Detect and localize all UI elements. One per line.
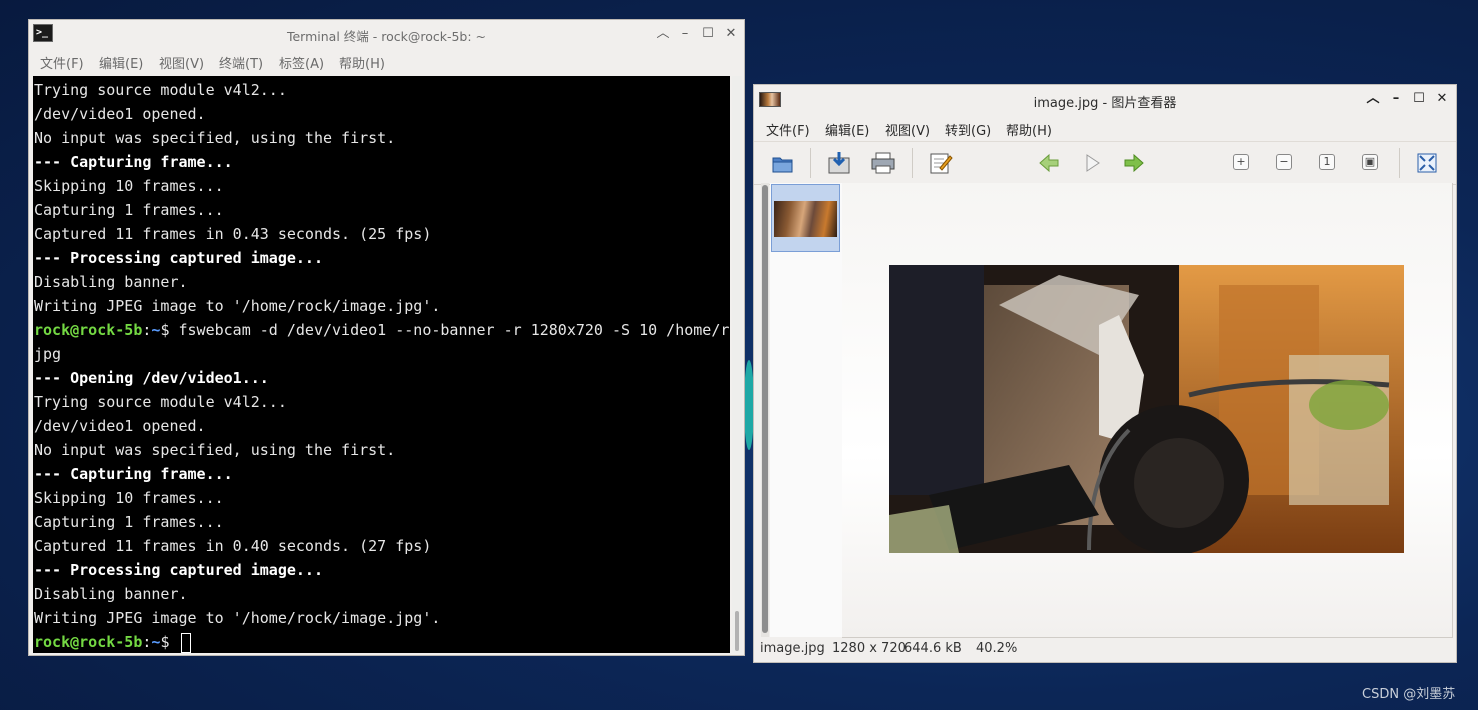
minimize-button[interactable]: – — [677, 26, 693, 42]
thumbnail-item[interactable] — [771, 184, 840, 252]
image-viewer-window[interactable]: image.jpg - 图片查看器 ︿ – ☐ ✕ 文件(F) 编辑(E) 视图… — [753, 84, 1457, 663]
edit-icon[interactable] — [928, 150, 954, 176]
save-icon[interactable] — [826, 150, 852, 176]
status-filename: image.jpg — [760, 641, 825, 656]
viewer-menu-help[interactable]: 帮助(H) — [1006, 120, 1052, 139]
print-icon[interactable] — [870, 150, 896, 176]
zoom-fit-icon[interactable]: ▣ — [1362, 154, 1378, 170]
terminal-line: Disabling banner. — [34, 585, 188, 603]
terminal-line: No input was specified, using the first. — [34, 129, 396, 147]
back-icon[interactable] — [1036, 150, 1062, 176]
text-cursor — [180, 632, 191, 653]
terminal-output[interactable]: Trying source module v4l2... /dev/video1 … — [33, 76, 730, 653]
viewer-toolbar: + − 1 ▣ — [754, 141, 1456, 185]
terminal-line: --- Capturing frame... — [34, 153, 233, 171]
viewer-minimize-button[interactable]: – — [1388, 91, 1404, 107]
play-icon[interactable] — [1079, 150, 1105, 176]
terminal-line: jpg — [34, 345, 62, 363]
terminal-line: Capturing 1 frames... — [34, 513, 224, 531]
prompt-user: rock@rock-5b — [34, 321, 143, 339]
terminal-line: --- Processing captured image... — [34, 249, 323, 267]
terminal-line: Captured 11 frames in 0.43 seconds. (25 … — [34, 225, 432, 243]
menu-terminal[interactable]: 终端(T) — [219, 53, 263, 72]
terminal-line: No input was specified, using the first. — [34, 441, 396, 459]
close-button[interactable]: ✕ — [723, 26, 739, 42]
terminal-line: Writing JPEG image to '/home/rock/image.… — [34, 609, 441, 627]
terminal-line: /dev/video1 opened. — [34, 417, 206, 435]
viewer-menu-view[interactable]: 视图(V) — [885, 120, 930, 139]
terminal-menubar: 文件(F) 编辑(E) 视图(V) 终端(T) 标签(A) 帮助(H) — [29, 48, 744, 74]
terminal-line: Trying source module v4l2... — [34, 393, 287, 411]
terminal-line: Disabling banner. — [34, 273, 188, 291]
thumbnail-scrollbar[interactable] — [761, 183, 769, 637]
zoom-in-icon[interactable]: + — [1233, 154, 1249, 170]
status-dimensions: 1280 x 720 — [832, 641, 906, 656]
terminal-line: --- Capturing frame... — [34, 465, 233, 483]
maximize-button[interactable]: ☐ — [700, 26, 716, 42]
terminal-line: Skipping 10 frames... — [34, 177, 224, 195]
shade-button[interactable]: ︿ — [655, 26, 671, 42]
terminal-line: /dev/video1 opened. — [34, 105, 206, 123]
viewer-maximize-button[interactable]: ☐ — [1411, 91, 1427, 107]
terminal-line: Captured 11 frames in 0.40 seconds. (27 … — [34, 537, 432, 555]
image-canvas[interactable] — [842, 183, 1453, 638]
prompt-symbol: $ — [160, 633, 179, 651]
thumbnail-image — [774, 201, 837, 237]
terminal-scrollbar-thumb[interactable] — [735, 611, 739, 651]
terminal-line: Skipping 10 frames... — [34, 489, 224, 507]
displayed-photo — [889, 265, 1404, 553]
menu-help[interactable]: 帮助(H) — [339, 53, 385, 72]
terminal-window-title: Terminal 终端 - rock@rock-5b: ~ — [286, 29, 487, 44]
command-text: fswebcam -d /dev/video1 --no-banner -r 1… — [178, 321, 731, 339]
forward-icon[interactable] — [1121, 150, 1147, 176]
viewer-menu-go[interactable]: 转到(G) — [945, 120, 991, 139]
terminal-line: Trying source module v4l2... — [34, 81, 287, 99]
menu-edit[interactable]: 编辑(E) — [99, 53, 143, 72]
terminal-scrollbar[interactable] — [732, 76, 742, 653]
viewer-close-button[interactable]: ✕ — [1434, 91, 1450, 107]
viewer-menu-file[interactable]: 文件(F) — [766, 120, 810, 139]
terminal-line: Writing JPEG image to '/home/rock/image.… — [34, 297, 441, 315]
prompt-symbol: $ — [160, 321, 179, 339]
thumbnail-list — [770, 183, 843, 637]
terminal-line: --- Processing captured image... — [34, 561, 323, 579]
open-icon[interactable] — [770, 150, 796, 176]
watermark-text: CSDN @刘墨苏 — [1362, 687, 1456, 702]
thumbnail-pane — [760, 183, 843, 637]
zoom-normal-icon[interactable]: 1 — [1319, 154, 1335, 170]
terminal-titlebar[interactable]: >_ Terminal 终端 - rock@rock-5b: ~ ︿ – ☐ ✕ — [29, 20, 744, 48]
viewer-shade-button[interactable]: ︿ — [1365, 91, 1381, 107]
status-filesize: 644.6 kB — [904, 641, 962, 656]
status-zoom: 40.2% — [976, 641, 1018, 656]
menu-file[interactable]: 文件(F) — [40, 53, 84, 72]
viewer-statusbar: image.jpg 1280 x 720 644.6 kB 40.2% — [754, 637, 1456, 663]
thumbnail-scrollbar-thumb[interactable] — [762, 185, 768, 633]
menu-tabs[interactable]: 标签(A) — [279, 53, 324, 72]
terminal-line: --- Opening /dev/video1... — [34, 369, 269, 387]
fullscreen-icon[interactable] — [1414, 150, 1440, 176]
viewer-window-title: image.jpg - 图片查看器 — [1033, 96, 1177, 111]
viewer-menubar: 文件(F) 编辑(E) 视图(V) 转到(G) 帮助(H) — [754, 115, 1456, 141]
prompt-line: rock@rock-5b:~$ fswebcam -d /dev/video1 … — [34, 320, 730, 340]
prompt-line: rock@rock-5b:~$ — [34, 632, 191, 653]
viewer-menu-edit[interactable]: 编辑(E) — [825, 120, 869, 139]
menu-view[interactable]: 视图(V) — [159, 53, 204, 72]
zoom-out-icon[interactable]: − — [1276, 154, 1292, 170]
terminal-line: Capturing 1 frames... — [34, 201, 224, 219]
prompt-user: rock@rock-5b — [34, 633, 143, 651]
terminal-window[interactable]: >_ Terminal 终端 - rock@rock-5b: ~ ︿ – ☐ ✕… — [28, 19, 745, 656]
